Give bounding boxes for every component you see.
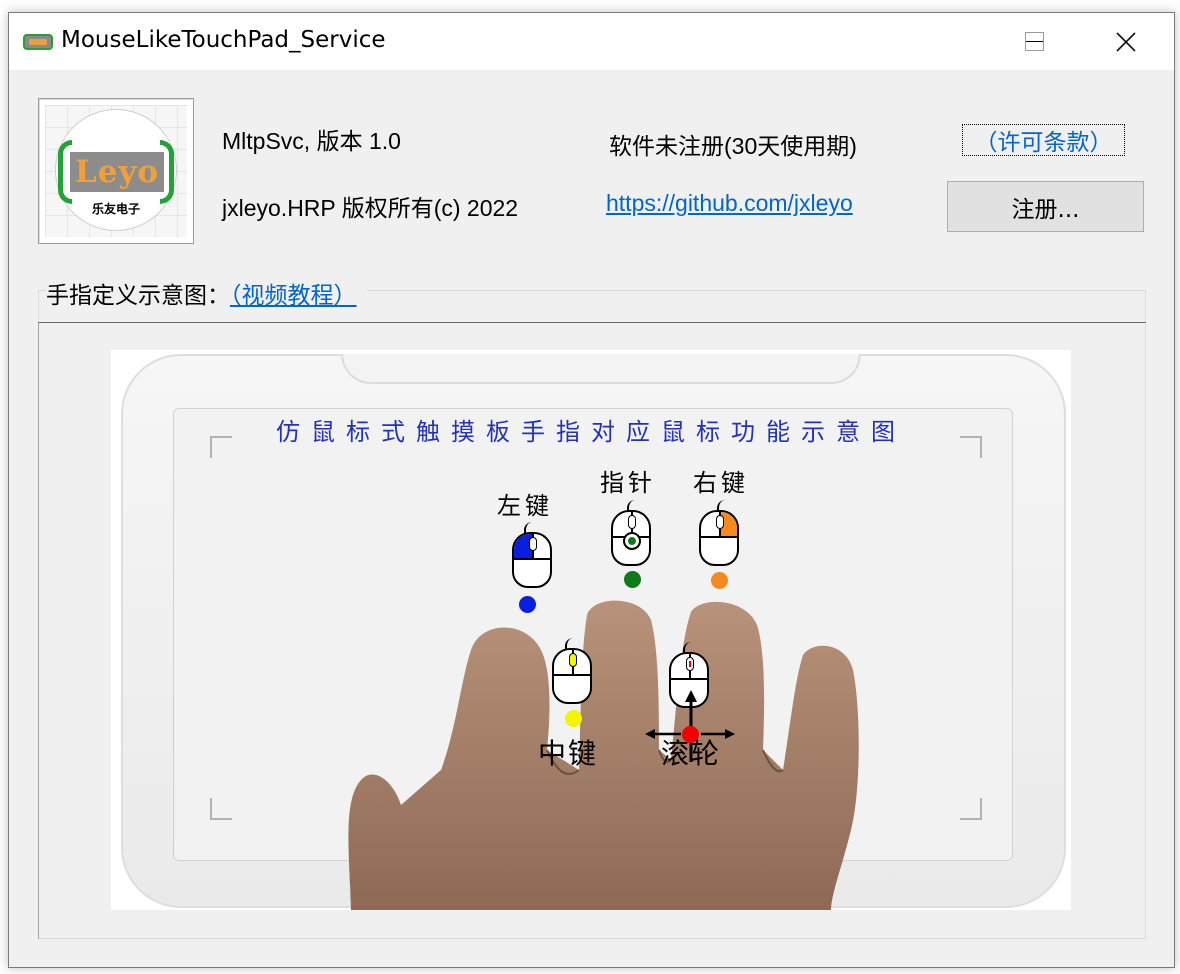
right-button-dot [711,572,728,589]
close-button[interactable] [1080,13,1172,70]
section-label-text: 手指定义示意图： [46,283,230,309]
right-click-mouse-icon [699,510,739,566]
license-link[interactable]: （许可条款） [962,124,1125,156]
left-button-dot [519,596,536,613]
middle-button-dot [565,710,582,727]
copyright-text: jxleyo.HRP 版权所有(c) 2022 [222,195,519,221]
title-bar[interactable]: MouseLikeTouchPad_Service [9,13,1174,70]
diagram-title: 仿鼠标式触摸板手指对应鼠标功能示意图 [276,418,906,446]
main-window: MouseLikeTouchPad_Service Leyo 乐友电子 Mltp… [8,12,1175,968]
middle-button-label: 中键 [538,737,599,770]
video-tutorial-link[interactable]: （视频教程） [230,283,357,309]
pointer-label: 指针 [600,469,656,497]
version-text: MltpSvc, 版本 1.0 [222,128,401,154]
registration-status: 软件未注册(30天使用期) [609,133,857,159]
right-button-label: 右键 [693,469,749,497]
left-button-label: 左键 [497,492,553,520]
maximize-button[interactable] [988,13,1080,70]
maximize-icon [1024,32,1044,51]
register-button[interactable]: 注册... [947,181,1144,232]
logo-text: Leyo [70,152,164,192]
logo-subtext: 乐友电子 [91,202,140,216]
pointer-dot [624,571,641,588]
scroll-wheel-label: 滚轮 [661,737,722,770]
pointer-mouse-icon [611,510,651,566]
left-click-mouse-icon [512,532,552,588]
touchpad-app-icon [23,34,53,50]
diagram-section-label: 手指定义示意图：（视频教程） [46,276,367,310]
github-link[interactable]: https://github.com/jxleyo [606,190,853,217]
leyo-logo: Leyo 乐友电子 [38,98,194,244]
close-icon [1116,31,1136,52]
window-title: MouseLikeTouchPad_Service [61,27,386,53]
finger-diagram: 仿鼠标式触摸板手指对应鼠标功能示意图 左键 指针 右键 中键 滚轮 [111,350,1071,910]
middle-click-mouse-icon [552,648,592,704]
